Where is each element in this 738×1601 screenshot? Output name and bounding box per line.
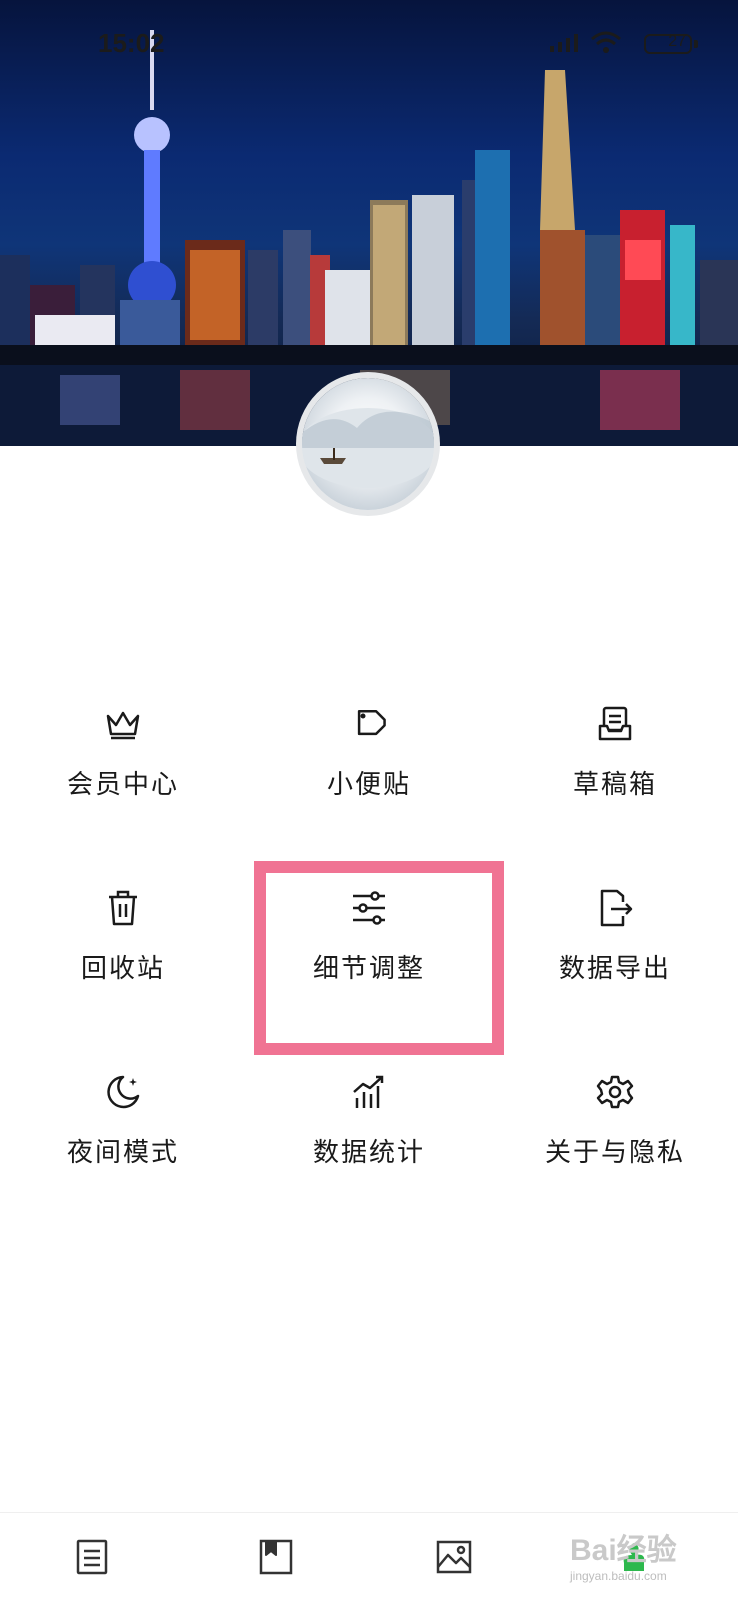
- highlight-box: [254, 861, 504, 1055]
- cellular-signal-icon: [550, 34, 578, 52]
- menu-item-label: 数据导出: [558, 954, 671, 984]
- menu-item-label: 数据统计: [312, 1138, 425, 1168]
- menu-item-label: 小便贴: [326, 770, 411, 800]
- nav-gallery[interactable]: [434, 1537, 474, 1577]
- export-icon: [600, 889, 633, 927]
- drafts-icon: [598, 706, 632, 741]
- status-bar: 15:02 27: [0, 0, 738, 90]
- gear-icon: [596, 1075, 634, 1109]
- menu-item-night-mode[interactable]: 夜间模式: [0, 1058, 246, 1208]
- bookmark-icon: [259, 1539, 293, 1575]
- battery-level: 27: [668, 33, 686, 50]
- watermark-subtext: jingyan.baidu.com: [570, 1569, 667, 1583]
- status-time: 15:02: [98, 28, 165, 58]
- watermark-logo: Bai经验 jingyan.baidu.com: [570, 1525, 677, 1583]
- menu-item-label: 会员中心: [66, 770, 179, 800]
- wifi-icon: [591, 31, 621, 53]
- notes-icon: [76, 1539, 108, 1575]
- menu-item-label: 夜间模式: [66, 1138, 179, 1168]
- menu-item-label: 回收站: [80, 954, 165, 984]
- avatar[interactable]: [302, 378, 434, 510]
- menu-item-data-export[interactable]: 数据导出: [492, 874, 738, 1024]
- moon-icon: [107, 1075, 140, 1109]
- battery-tip: [694, 40, 698, 48]
- avatar-image: [302, 408, 434, 488]
- menu-item-label: 关于与隐私: [544, 1138, 685, 1168]
- image-icon: [436, 1540, 472, 1574]
- tag-icon: [357, 710, 386, 736]
- watermark-text: Bai经验: [570, 1534, 677, 1567]
- menu-item-sticky-notes[interactable]: 小便贴: [246, 690, 492, 840]
- trash-icon: [109, 890, 137, 926]
- stats-icon: [353, 1075, 384, 1108]
- nav-bookmark[interactable]: [256, 1537, 296, 1577]
- menu-item-member-center[interactable]: 会员中心: [0, 690, 246, 840]
- menu-item-about-privacy[interactable]: 关于与隐私: [492, 1058, 738, 1208]
- menu-item-drafts[interactable]: 草稿箱: [492, 690, 738, 840]
- crown-icon: [106, 711, 140, 740]
- menu-item-label: 草稿箱: [572, 770, 657, 800]
- menu-item-recycle-bin[interactable]: 回收站: [0, 874, 246, 1024]
- menu-item-data-stats[interactable]: 数据统计: [246, 1058, 492, 1208]
- nav-notes[interactable]: [72, 1537, 112, 1577]
